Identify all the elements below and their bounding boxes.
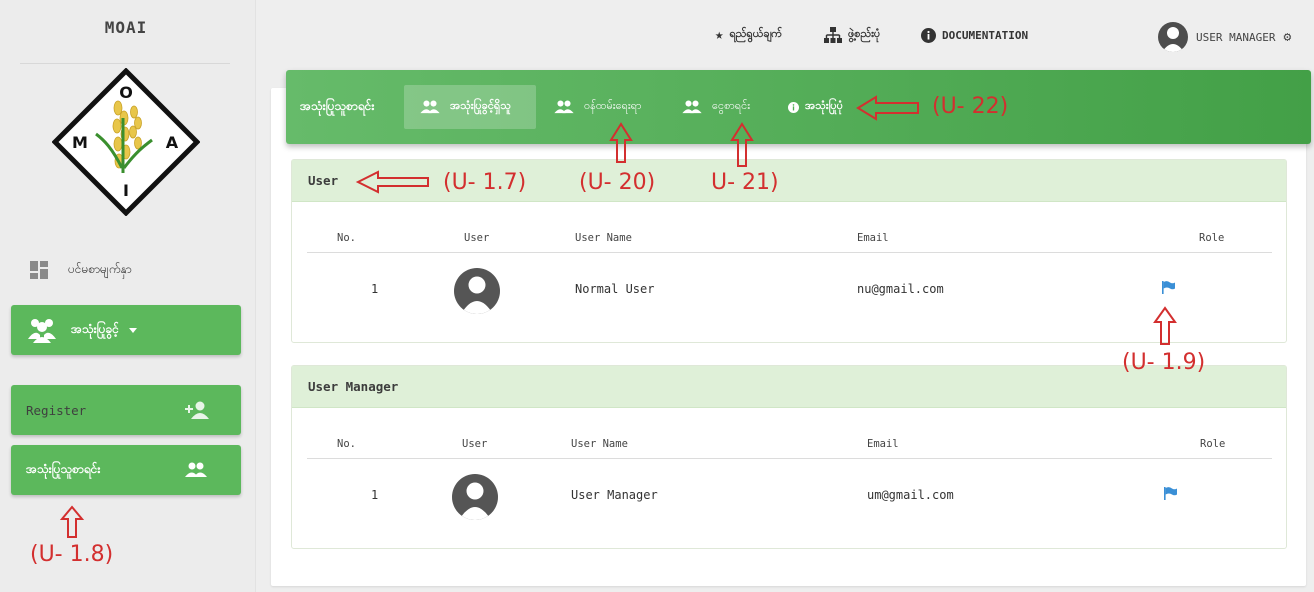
info-icon — [921, 27, 936, 43]
nav-documentation-label: DOCUMENTATION — [942, 28, 1029, 42]
cell-email: um@gmail.com — [867, 488, 954, 502]
nav-favorites[interactable]: ★ ရည်ရွယ်ချက် — [715, 22, 782, 48]
user-silhouette-icon — [461, 276, 493, 314]
nav-documentation[interactable]: DOCUMENTATION — [921, 22, 1028, 48]
annotation-arrow-left — [856, 95, 919, 121]
col-header-email: Email — [867, 438, 899, 450]
tab-label: အသုံးပြုခွင့်ရှိသူ — [450, 99, 511, 112]
tab-bar-title: အသုံးပြုသူစာရင်း — [300, 99, 375, 113]
annotation-label: U- 21) — [711, 170, 779, 195]
brand-title: MOAI — [104, 18, 148, 37]
panel-user-manager: User Manager No. User User Name Email Ro… — [291, 365, 1287, 549]
cell-no: 1 — [371, 282, 379, 296]
logo-letter-top: O — [119, 83, 133, 102]
user-menu[interactable]: USER MANAGER ⚙ — [1158, 22, 1291, 52]
user-silhouette-icon — [1162, 27, 1184, 52]
annotation-label: (U- 1.9) — [1122, 350, 1206, 375]
sidebar-item-label: ပင်မစာမျက်နှာ — [68, 262, 132, 276]
nav-structure-label: ဖွဲ့စည်းပုံ — [848, 27, 881, 40]
tab-label: ဝန်ထမ်းရေးရာ — [584, 99, 642, 112]
logo-letter-bottom: I — [123, 181, 129, 200]
flag-icon[interactable] — [1162, 281, 1175, 294]
sidebar-item-label: အသုံးပြုသူစာရင်း — [26, 462, 101, 476]
col-header-email: Email — [857, 232, 889, 244]
col-header-role: Role — [1199, 232, 1225, 244]
annotation-arrow-up — [609, 122, 633, 163]
gear-icon[interactable]: ⚙ — [1283, 30, 1291, 45]
annotation-label: (U- 22) — [932, 94, 1009, 119]
sidebar: MOAI O M A I ပင်မစာမျက်နှာ အသုံးပြုခွင့်… — [0, 0, 256, 592]
col-header-no: No. — [337, 438, 356, 450]
avatar — [452, 474, 498, 520]
tab-usage[interactable]: အသုံးပြုပုံ — [772, 85, 859, 129]
users-icon — [554, 100, 574, 114]
avatar — [454, 268, 500, 314]
tab-staff-affairs[interactable]: ဝန်ထမ်းရေးရာ — [538, 85, 658, 129]
col-header-username: User Name — [571, 438, 628, 450]
tab-bar: အသုံးပြုသူစာရင်း အသုံးပြုခွင့်ရှိသူ ဝန်ထ… — [286, 70, 1311, 144]
sidebar-item-label: Register — [26, 402, 87, 418]
sidebar-item-user-list[interactable]: အသုံးပြုသူစာရင်း — [11, 445, 241, 495]
flag-icon[interactable] — [1164, 487, 1177, 500]
tab-label: အသုံးပြုပုံ — [805, 99, 843, 112]
sidebar-item-users[interactable]: အသုံးပြုခွင့် — [11, 305, 241, 355]
cell-no: 1 — [371, 488, 379, 502]
tab-label: ငွေစာရင်း — [712, 99, 750, 112]
sidebar-item-register[interactable]: Register — [11, 385, 241, 435]
col-header-username: User Name — [575, 232, 632, 244]
col-header-role: Role — [1200, 438, 1226, 450]
annotation-label: (U- 1.7) — [443, 170, 527, 195]
col-header-no: No. — [337, 232, 356, 244]
sidebar-item-label: အသုံးပြုခွင့် — [71, 322, 119, 336]
dashboard-icon — [30, 261, 48, 279]
user-table: No. User User Name Email Role 1 Normal U… — [307, 232, 1272, 332]
annotation-label: (U- 1.8) — [30, 542, 114, 567]
users-group-icon — [28, 319, 56, 343]
tab-authorized-users[interactable]: အသုံးပြုခွင့်ရှိသူ — [404, 85, 536, 129]
cell-username: Normal User — [575, 282, 655, 296]
users-icon — [420, 100, 440, 114]
user-silhouette-icon — [459, 482, 491, 520]
col-header-user: User — [464, 232, 490, 244]
cell-username: User Manager — [571, 488, 658, 502]
sidebar-item-dashboard[interactable]: ပင်မစာမျက်နှာ — [30, 258, 132, 282]
nav-structure[interactable]: ဖွဲ့စည်းပုံ — [824, 22, 880, 48]
users-icon — [682, 100, 702, 114]
sitemap-icon — [824, 27, 842, 43]
col-header-user: User — [462, 438, 488, 450]
cell-email: nu@gmail.com — [857, 282, 944, 296]
annotation-arrow-left — [355, 170, 429, 194]
annotation-arrow-up — [730, 122, 754, 167]
annotation-label: (U- 20) — [579, 170, 656, 195]
logo-letter-left: M — [72, 133, 88, 152]
table-divider — [307, 252, 1272, 253]
info-icon — [788, 101, 799, 113]
user-manager-table: No. User User Name Email Role 1 User Man… — [307, 438, 1272, 538]
panel-title: User — [292, 160, 1286, 202]
panel-user: User No. User User Name Email Role 1 Nor… — [291, 159, 1287, 343]
avatar — [1158, 22, 1188, 52]
nav-favorites-label: ရည်ရွယ်ချက် — [729, 27, 783, 40]
logo-letter-right: A — [166, 133, 179, 152]
brand-divider — [20, 63, 230, 64]
user-name-label: USER MANAGER — [1196, 30, 1276, 44]
moai-logo: O M A I — [52, 68, 200, 216]
table-divider — [307, 458, 1272, 459]
chevron-down-icon — [128, 327, 137, 333]
users-icon — [185, 462, 207, 477]
annotation-arrow-up — [59, 505, 85, 538]
add-user-icon — [185, 401, 209, 419]
star-icon: ★ — [715, 27, 724, 43]
annotation-arrow-up — [1153, 306, 1177, 345]
